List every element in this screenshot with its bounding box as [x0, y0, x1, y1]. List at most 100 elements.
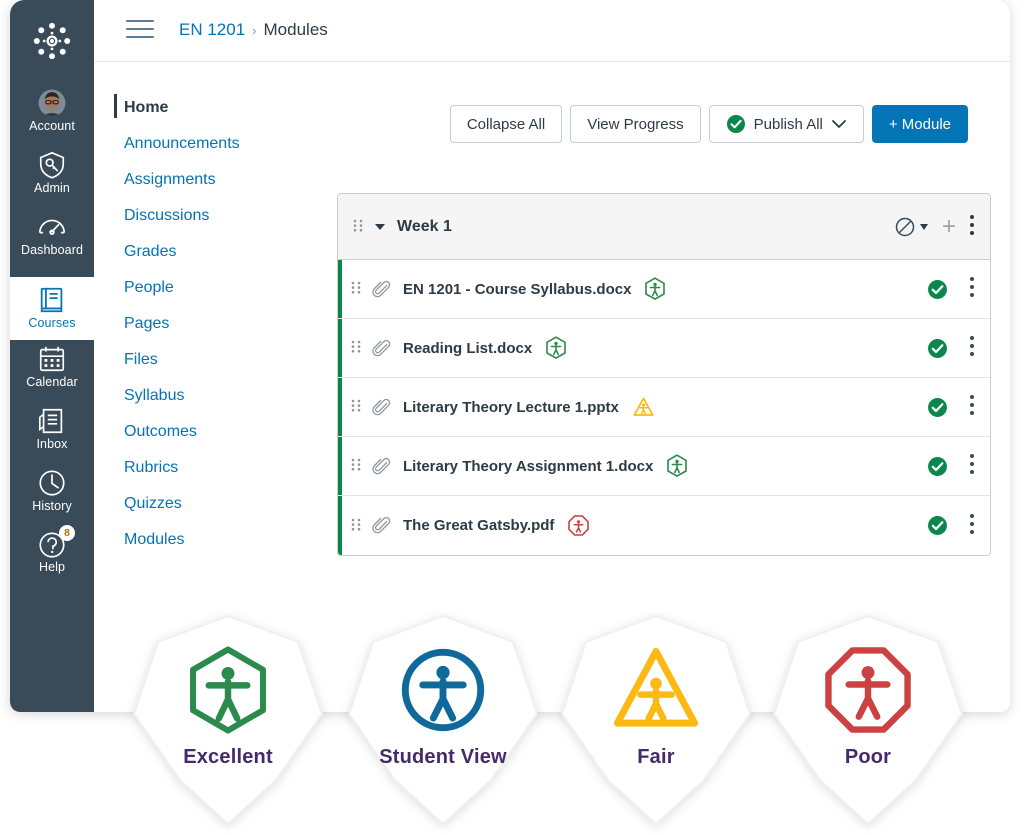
a11y-triangle-yellow-icon	[613, 647, 699, 727]
drag-handle-icon[interactable]	[351, 340, 361, 356]
course-nav-item-syllabus[interactable]: Syllabus	[114, 378, 326, 414]
a11y-circle-blue-icon	[401, 648, 485, 732]
course-nav-item-people[interactable]: People	[114, 270, 326, 306]
global-nav-label-inbox: Inbox	[36, 437, 68, 451]
course-nav-item-files[interactable]: Files	[114, 342, 326, 378]
module-item-menu-kebab-icon[interactable]	[970, 395, 974, 419]
top-breadcrumb-bar: EN 1201 › Modules	[94, 0, 1010, 62]
collapse-all-button[interactable]: Collapse All	[449, 105, 563, 143]
published-check-icon[interactable]	[927, 397, 948, 418]
module-header-actions: +	[894, 214, 990, 239]
module-item-row[interactable]: Reading List.docx	[338, 319, 990, 378]
published-check-icon	[726, 115, 745, 133]
view-progress-button[interactable]: View Progress	[570, 105, 701, 143]
module-item-actions	[927, 513, 990, 538]
a11y-triangle-yellow-icon[interactable]	[632, 396, 655, 418]
global-nav-item-admin[interactable]: Admin	[10, 150, 94, 196]
module-item-menu-kebab-icon[interactable]	[970, 454, 974, 478]
paperclip-icon	[372, 339, 391, 356]
accessibility-rating-legend: Excellent Student View Fair Poor	[0, 612, 1031, 835]
global-nav-item-courses[interactable]: Courses	[10, 277, 94, 340]
legend-badge-poor[interactable]: Poor	[770, 612, 966, 828]
course-nav-item-pages[interactable]: Pages	[114, 306, 326, 342]
module-add-item-icon[interactable]: +	[942, 214, 956, 239]
published-check-icon[interactable]	[927, 338, 948, 359]
course-nav-item-modules[interactable]: Modules	[114, 522, 326, 558]
drag-handle-icon[interactable]	[351, 399, 361, 415]
global-nav-item-history[interactable]: History	[10, 468, 94, 514]
chevron-down-icon	[831, 120, 846, 128]
global-nav-label-help: Help	[38, 560, 66, 574]
course-nav-item-rubrics[interactable]: Rubrics	[114, 450, 326, 486]
module-item-row[interactable]: Literary Theory Lecture 1.pptx	[338, 378, 990, 437]
hamburger-menu-icon[interactable]	[126, 20, 154, 40]
publish-all-label: Publish All	[753, 115, 823, 133]
published-check-icon[interactable]	[927, 279, 948, 300]
module-item-menu-kebab-icon[interactable]	[970, 513, 974, 538]
published-check-icon[interactable]	[927, 456, 948, 477]
avatar-icon	[38, 89, 66, 117]
paperclip-icon	[372, 516, 391, 534]
add-module-button[interactable]: + Module	[871, 105, 968, 143]
legend-badge-label: Fair	[637, 746, 675, 768]
global-nav-item-calendar[interactable]: Calendar	[10, 344, 94, 390]
breadcrumb-course-link[interactable]: EN 1201	[179, 20, 245, 39]
published-check-icon[interactable]	[927, 515, 948, 536]
module-item-name[interactable]: Reading List.docx	[403, 340, 532, 357]
publish-all-button[interactable]: Publish All	[708, 105, 864, 143]
canvas-logo-icon[interactable]	[29, 18, 75, 64]
legend-badge-excellent[interactable]: Excellent	[130, 612, 326, 828]
module-item-name[interactable]: EN 1201 - Course Syllabus.docx	[403, 281, 631, 298]
module-collapse-caret-icon[interactable]	[375, 223, 385, 230]
view-progress-label: View Progress	[587, 115, 684, 133]
module-title: Week 1	[397, 217, 452, 235]
drag-handle-icon[interactable]	[353, 219, 363, 235]
module-item-name[interactable]: Literary Theory Assignment 1.docx	[403, 458, 653, 475]
module-item-menu-kebab-icon[interactable]	[970, 336, 974, 360]
course-nav-item-outcomes[interactable]: Outcomes	[114, 414, 326, 450]
module-publish-state-button[interactable]	[894, 216, 928, 238]
drag-handle-icon[interactable]	[351, 458, 361, 474]
course-nav-item-assignments[interactable]: Assignments	[114, 162, 326, 198]
module-item-name[interactable]: The Great Gatsby.pdf	[403, 517, 554, 534]
clock-icon	[39, 470, 65, 496]
module-item-row[interactable]: The Great Gatsby.pdf	[338, 496, 990, 555]
inbox-tray-icon	[38, 408, 63, 434]
paperclip-icon	[372, 280, 391, 297]
course-nav-item-grades[interactable]: Grades	[114, 234, 326, 270]
legend-badge-label: Excellent	[183, 746, 273, 768]
global-nav-item-inbox[interactable]: Inbox	[10, 406, 94, 452]
course-nav-item-discussions[interactable]: Discussions	[114, 198, 326, 234]
module-item-name[interactable]: Literary Theory Lecture 1.pptx	[403, 399, 619, 416]
course-nav-item-announcements[interactable]: Announcements	[114, 126, 326, 162]
global-nav-item-dashboard[interactable]: Dashboard	[10, 212, 94, 258]
a11y-hexagon-green-icon[interactable]	[644, 277, 666, 301]
legend-badge-label: Student View	[379, 746, 507, 768]
global-nav-label-courses: Courses	[28, 316, 76, 330]
a11y-octagon-red-icon[interactable]	[567, 514, 590, 537]
module-menu-kebab-icon[interactable]	[970, 214, 974, 239]
global-nav-item-help[interactable]: 8 Help	[10, 525, 94, 575]
global-nav-label-dashboard: Dashboard	[20, 243, 84, 257]
legend-badge-student-view[interactable]: Student View	[345, 612, 541, 828]
module-item-row[interactable]: EN 1201 - Course Syllabus.docx	[338, 260, 990, 319]
course-navigation: Home Announcements Assignments Discussio…	[114, 90, 326, 558]
legend-badge-fair[interactable]: Fair	[558, 612, 754, 828]
module-item-menu-kebab-icon[interactable]	[970, 277, 974, 301]
module-item-actions	[927, 395, 990, 419]
a11y-hexagon-green-icon[interactable]	[545, 336, 567, 360]
drag-handle-icon[interactable]	[351, 518, 361, 534]
course-nav-item-quizzes[interactable]: Quizzes	[114, 486, 326, 522]
course-nav-item-home[interactable]: Home	[114, 90, 326, 126]
a11y-hexagon-green-icon[interactable]	[666, 454, 688, 478]
screenshot-root: Account Admin Dashboard Courses Calendar…	[0, 0, 1031, 835]
global-nav-label-calendar: Calendar	[26, 375, 78, 389]
a11y-octagon-red-icon	[825, 647, 911, 733]
calendar-icon	[39, 346, 65, 372]
global-nav-item-account[interactable]: Account	[10, 88, 94, 134]
add-module-label: + Module	[888, 115, 951, 133]
breadcrumb-current-page: Modules	[263, 20, 328, 39]
drag-handle-icon[interactable]	[351, 281, 361, 297]
module-item-row[interactable]: Literary Theory Assignment 1.docx	[338, 437, 990, 496]
canvas-app-window: Account Admin Dashboard Courses Calendar…	[10, 0, 1010, 712]
